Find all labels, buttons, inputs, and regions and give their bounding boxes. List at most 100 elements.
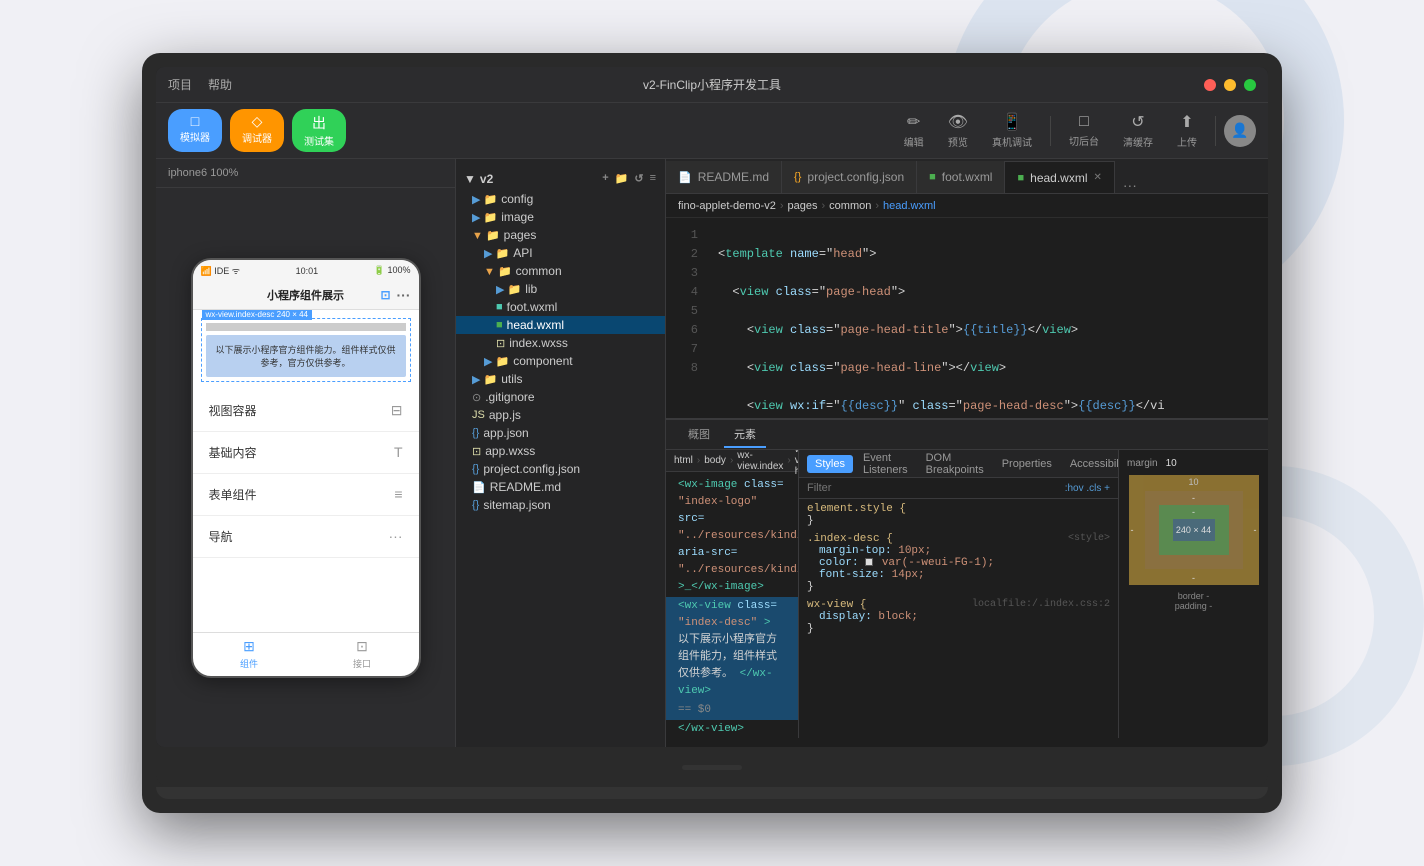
clear-cache-icon: ↺	[1131, 112, 1144, 132]
breadcrumb-item-0[interactable]: fino-applet-demo-v2	[678, 200, 776, 212]
styles-filter-input[interactable]	[807, 482, 1061, 494]
style-selector-wxview[interactable]: wx-view {	[807, 599, 866, 611]
md-file-icon: 📄	[472, 481, 486, 494]
upload-label: 上传	[1177, 134, 1197, 149]
padding-label: padding -	[1175, 601, 1213, 611]
tree-item-image[interactable]: ▶ 📁 image	[456, 208, 665, 226]
inspector-line-4[interactable]: </wx-view>	[666, 720, 798, 738]
element-inspector[interactable]: <wx-image class= "index-logo" src= "../r…	[666, 472, 798, 738]
wxss-file-icon: ⊡	[496, 337, 505, 350]
tree-item-sitemapjson[interactable]: {} sitemap.json	[456, 496, 665, 514]
list-item-basic[interactable]: 基础内容 T	[193, 432, 419, 474]
styles-hov-tag[interactable]: :hov .cls +	[1065, 483, 1110, 494]
user-avatar[interactable]: 👤	[1224, 115, 1256, 147]
camera-notch	[682, 765, 742, 770]
line-numbers: 1 2 3 4 5 6 7 8	[666, 218, 706, 418]
maximize-button[interactable]	[1244, 79, 1256, 91]
list-item-nav[interactable]: 导航 ···	[193, 516, 419, 558]
styles-tab-event[interactable]: Event Listeners	[855, 450, 916, 479]
breadcrumb-item-3[interactable]: head.wxml	[883, 200, 936, 212]
devtools-content: html › body › wx-view.index › wx-view.in…	[666, 450, 1268, 738]
inspector-line-3[interactable]: == $0	[666, 701, 798, 720]
wxml-active-tab-icon: ■	[1017, 172, 1024, 184]
tree-new-file-icon[interactable]: +	[601, 171, 609, 186]
inspector-line-1[interactable]: <wx-image class= "index-logo" src= "../r…	[666, 476, 798, 597]
mode-btn-test[interactable]: 出 测试集	[292, 109, 346, 152]
action-preview[interactable]: 👁 预览	[938, 108, 978, 153]
style-selector-element[interactable]: element.style {	[807, 503, 906, 515]
phone-nav-dots[interactable]: ···	[397, 287, 411, 303]
menu-item-project[interactable]: 项目	[168, 76, 192, 93]
tab-headwxml[interactable]: ■ head.wxml ✕	[1005, 161, 1114, 193]
phone-tab-component[interactable]: ⊞ 组件	[193, 633, 306, 676]
tree-item-projectconfigjson[interactable]: {} project.config.json	[456, 460, 665, 478]
tree-item-head-wxml[interactable]: ■ head.wxml	[456, 316, 665, 334]
file-tree-panel: ▼ v2 + 📁 ↺ ≡ ▶ 📁 config	[456, 159, 666, 747]
api-tab-label: 接口	[353, 657, 371, 670]
inspector-line-2[interactable]: <wx-view class= "index-desc" > 以下展示小程序官方…	[666, 597, 798, 701]
code-content[interactable]: <template name="head"> <view class="page…	[706, 218, 1268, 418]
tab-close-icon[interactable]: ✕	[1094, 172, 1102, 183]
style-selector-indexdesc[interactable]: .index-desc {	[807, 533, 893, 545]
tree-item-appjson[interactable]: {} app.json	[456, 424, 665, 442]
phone-nav-close[interactable]: ⊡	[380, 288, 390, 302]
devtools-tab-elements[interactable]: 元素	[724, 422, 766, 448]
styles-tab-styles[interactable]: Styles	[807, 455, 853, 473]
menu-item-help[interactable]: 帮助	[208, 76, 232, 93]
action-background[interactable]: □ 切后台	[1059, 109, 1109, 152]
git-file-icon: ⊙	[472, 391, 481, 404]
box-model-margin-label: margin	[1127, 458, 1158, 469]
tab-footwxml[interactable]: ■ foot.wxml	[917, 161, 1005, 193]
tree-item-gitignore[interactable]: ⊙ .gitignore	[456, 388, 665, 406]
action-clear-cache[interactable]: ↺ 清缓存	[1113, 108, 1163, 153]
action-device-debug[interactable]: 📱 真机调试	[982, 108, 1042, 153]
list-label-basic: 基础内容	[209, 444, 257, 461]
path-html[interactable]: html	[674, 455, 693, 466]
tree-item-lib[interactable]: ▶ 📁 lib	[456, 280, 665, 298]
tree-new-folder-icon[interactable]: 📁	[614, 171, 630, 186]
list-item-view-container[interactable]: 视图容器 ⊟	[193, 390, 419, 432]
content-layer: 240 × 44	[1173, 519, 1215, 541]
phone-tab-api[interactable]: ⊡ 接口	[306, 633, 419, 676]
devtools-tab-overview[interactable]: 概图	[678, 422, 720, 448]
phone-content[interactable]: wx-view.index-desc 240 × 44 以下展示小程序官方组件能…	[193, 310, 419, 632]
tab-projectconfig[interactable]: {} project.config.json	[782, 161, 917, 193]
action-upload[interactable]: ⬆ 上传	[1167, 108, 1207, 153]
tab-more-icon[interactable]: ···	[1115, 177, 1145, 193]
styles-tab-properties[interactable]: Properties	[994, 455, 1060, 473]
breadcrumb-item-2[interactable]: common	[829, 200, 871, 212]
code-line-3: <view class="page-head-title">{{title}}<…	[718, 321, 1256, 340]
breadcrumb-item-1[interactable]: pages	[788, 200, 818, 212]
mode-btn-debugger[interactable]: ◇ 调试器	[230, 109, 284, 152]
list-item-form[interactable]: 表单组件 ≡	[193, 474, 419, 516]
tree-item-appjs[interactable]: JS app.js	[456, 406, 665, 424]
tree-item-appwxss[interactable]: ⊡ app.wxss	[456, 442, 665, 460]
toolbar-separator	[1050, 116, 1051, 146]
close-button[interactable]	[1204, 79, 1216, 91]
mode-btn-simulator[interactable]: □ 模拟器	[168, 109, 222, 152]
tree-item-foot-wxml[interactable]: ■ foot.wxml	[456, 298, 665, 316]
styles-tab-accessibility[interactable]: Accessibility	[1062, 455, 1118, 473]
tree-item-readme[interactable]: 📄 README.md	[456, 478, 665, 496]
tree-collapse-icon[interactable]: ≡	[649, 171, 657, 186]
tree-item-utils[interactable]: ▶ 📁 utils	[456, 370, 665, 388]
tab-readme[interactable]: 📄 README.md	[666, 161, 782, 193]
tree-item-label: pages	[504, 228, 537, 242]
tree-item-api[interactable]: ▶ 📁 API	[456, 244, 665, 262]
minimize-button[interactable]	[1224, 79, 1236, 91]
tree-refresh-icon[interactable]: ↺	[633, 171, 644, 186]
tree-item-component[interactable]: ▶ 📁 component	[456, 352, 665, 370]
tree-item-common[interactable]: ▼ 📁 common	[456, 262, 665, 280]
tree-item-label: config	[501, 192, 533, 206]
path-wx-view-index[interactable]: wx-view.index	[737, 450, 783, 472]
tree-item-label: project.config.json	[483, 462, 580, 476]
tree-item-index-wxss[interactable]: ⊡ index.wxss	[456, 334, 665, 352]
tree-item-pages[interactable]: ▼ 📁 pages	[456, 226, 665, 244]
tree-item-config[interactable]: ▶ 📁 config	[456, 190, 665, 208]
path-body[interactable]: body	[704, 455, 726, 466]
folder-icon: ▶ 📁	[472, 373, 497, 386]
styles-tab-dom[interactable]: DOM Breakpoints	[918, 450, 992, 479]
el-ariasrc-val: "../resources/kind/logo.png"	[678, 564, 798, 576]
action-edit[interactable]: ✏ 编辑	[894, 108, 934, 153]
list-label-form: 表单组件	[209, 486, 257, 503]
